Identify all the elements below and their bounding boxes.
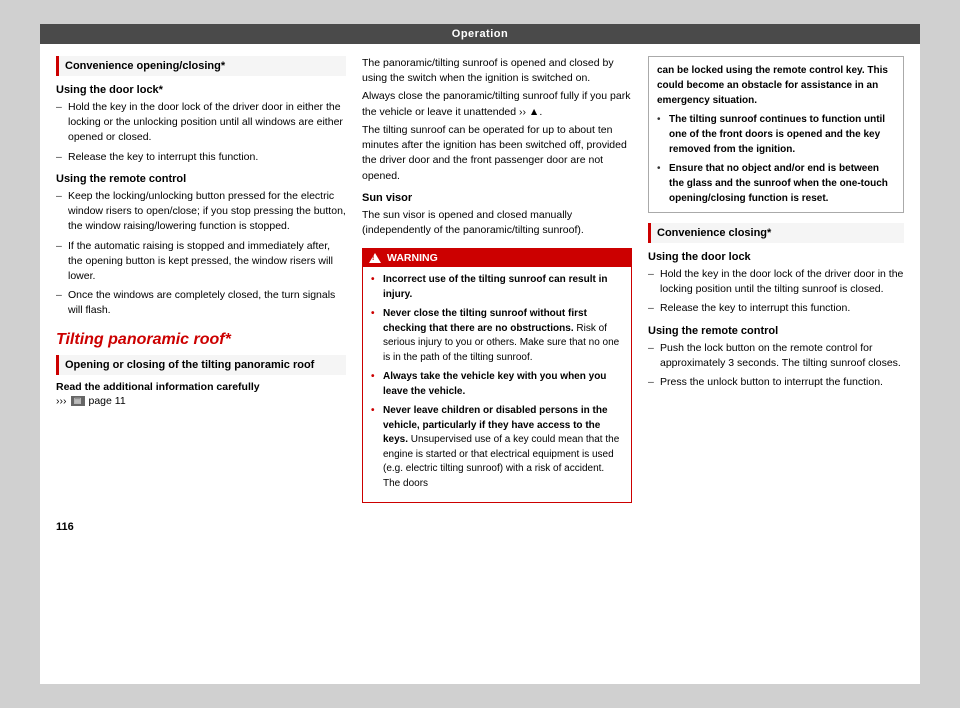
para2: Always close the panoramic/tilting sunro… <box>362 89 632 119</box>
warning-label: WARNING <box>387 252 438 264</box>
warning-box: WARNING • Incorrect use of the tilting s… <box>362 248 632 503</box>
info-bullet-bold-2: Ensure that no object and/or end is betw… <box>669 163 888 204</box>
right-door-lock-heading: Using the door lock <box>648 251 904 263</box>
remote-item-2: – If the automatic raising is stopped an… <box>56 239 346 285</box>
right-door-text-2: Release the key to interrupt this functi… <box>660 301 904 316</box>
info-box: can be locked using the remote control k… <box>648 56 904 213</box>
right-remote-heading: Using the remote control <box>648 325 904 337</box>
ib-dot-1: • <box>657 112 665 157</box>
header-bar: Operation <box>40 24 920 44</box>
right-remote-item-2: – Press the unlock button to interrupt t… <box>648 375 904 390</box>
warning-bullet-1: • Incorrect use of the tilting sunroof c… <box>371 273 623 302</box>
page-ref-text: page 11 <box>89 395 126 407</box>
manual-page: Operation Convenience opening/closing* U… <box>40 24 920 684</box>
warning-text-4: Never leave children or disabled persons… <box>383 404 623 491</box>
warning-header: WARNING <box>363 249 631 267</box>
opening-closing-box: Opening or closing of the tilting panora… <box>56 355 346 375</box>
right-remote-item-1: – Push the lock button on the remote con… <box>648 341 904 371</box>
sun-visor-heading: Sun visor <box>362 192 632 204</box>
warning-bullet-4: • Never leave children or disabled perso… <box>371 404 623 491</box>
page-content: Convenience opening/closing* Using the d… <box>40 44 920 515</box>
book-icon: ▤ <box>71 396 85 406</box>
right-remote-text-1: Push the lock button on the remote contr… <box>660 341 904 371</box>
warning-text-3: Always take the vehicle key with you whe… <box>383 370 623 399</box>
read-info-label: Read the additional information carefull… <box>56 381 346 393</box>
page-number: 116 <box>40 515 920 539</box>
door-lock-text-1: Hold the key in the door lock of the dri… <box>68 100 346 146</box>
remote-text-1: Keep the locking/unlocking button presse… <box>68 189 346 235</box>
para3: The tilting sunroof can be operated for … <box>362 123 632 184</box>
info-bullet-text-2: Ensure that no object and/or end is betw… <box>669 161 895 206</box>
sun-visor-text: The sun visor is opened and closed manua… <box>362 208 632 238</box>
info-bullet-1: • The tilting sunroof continues to funct… <box>657 112 895 157</box>
rrdash-1: – <box>648 341 660 371</box>
warning-bold-1: Incorrect use of the tilting sunroof can… <box>383 274 607 300</box>
door-lock-item-2: – Release the key to interrupt this func… <box>56 150 346 165</box>
warning-text-1: Incorrect use of the tilting sunroof can… <box>383 273 623 302</box>
dash-symbol: – <box>56 100 68 146</box>
ib-dot-2: • <box>657 161 665 206</box>
warning-bullet-2: • Never close the tilting sunroof withou… <box>371 307 623 365</box>
info-bullet-text-1: The tilting sunroof continues to functio… <box>669 112 895 157</box>
arrows-symbol: ››› <box>56 395 67 407</box>
tilting-roof-heading: Tilting panoramic roof* <box>56 331 346 349</box>
right-door-item-1: – Hold the key in the door lock of the d… <box>648 267 904 297</box>
right-remote-text-2: Press the unlock button to interrupt the… <box>660 375 904 390</box>
info-bullet-2: • Ensure that no object and/or end is be… <box>657 161 895 206</box>
page-ref: ››› ▤ page 11 <box>56 395 346 407</box>
remote-control-heading: Using the remote control <box>56 173 346 185</box>
middle-column: The panoramic/tilting sunroof is opened … <box>362 56 632 503</box>
dash-r3: – <box>56 288 68 318</box>
warning-text-2: Never close the tilting sunroof without … <box>383 307 623 365</box>
right-door-item-2: – Release the key to interrupt this func… <box>648 301 904 316</box>
info-bold-text: can be locked using the remote control k… <box>657 65 888 106</box>
warning-bold-2: Never close the tilting sunroof without … <box>383 308 587 334</box>
right-door-text-1: Hold the key in the door lock of the dri… <box>660 267 904 297</box>
warning-bold-3: Always take the vehicle key with you whe… <box>383 371 606 397</box>
convenience-opening-title: Convenience opening/closing* <box>56 56 346 76</box>
rdash-1: – <box>648 267 660 297</box>
rdash-2: – <box>648 301 660 316</box>
info-bullet-bold-1: The tilting sunroof continues to functio… <box>669 114 885 155</box>
warning-body: • Incorrect use of the tilting sunroof c… <box>363 267 631 502</box>
right-column: can be locked using the remote control k… <box>648 56 904 503</box>
header-title: Operation <box>452 28 508 40</box>
bullet-dot-2: • <box>371 307 379 365</box>
rrdash-2: – <box>648 375 660 390</box>
remote-text-2: If the automatic raising is stopped and … <box>68 239 346 285</box>
warning-rest-4: Unsupervised use of a key could mean tha… <box>383 434 619 489</box>
warning-bullet-3: • Always take the vehicle key with you w… <box>371 370 623 399</box>
dash-r2: – <box>56 239 68 285</box>
door-lock-item-1: – Hold the key in the door lock of the d… <box>56 100 346 146</box>
bullet-dot-4: • <box>371 404 379 491</box>
dash-symbol-2: – <box>56 150 68 165</box>
dash-r1: – <box>56 189 68 235</box>
door-lock-text-2: Release the key to interrupt this functi… <box>68 150 346 165</box>
bullet-dot-3: • <box>371 370 379 399</box>
remote-item-3: – Once the windows are completely closed… <box>56 288 346 318</box>
bullet-dot-1: • <box>371 273 379 302</box>
remote-item-1: – Keep the locking/unlocking button pres… <box>56 189 346 235</box>
para1: The panoramic/tilting sunroof is opened … <box>362 56 632 86</box>
door-lock-heading: Using the door lock* <box>56 84 346 96</box>
convenience-closing-title: Convenience closing* <box>648 223 904 243</box>
left-column: Convenience opening/closing* Using the d… <box>56 56 346 503</box>
remote-text-3: Once the windows are completely closed, … <box>68 288 346 318</box>
warning-triangle-icon <box>369 253 381 263</box>
